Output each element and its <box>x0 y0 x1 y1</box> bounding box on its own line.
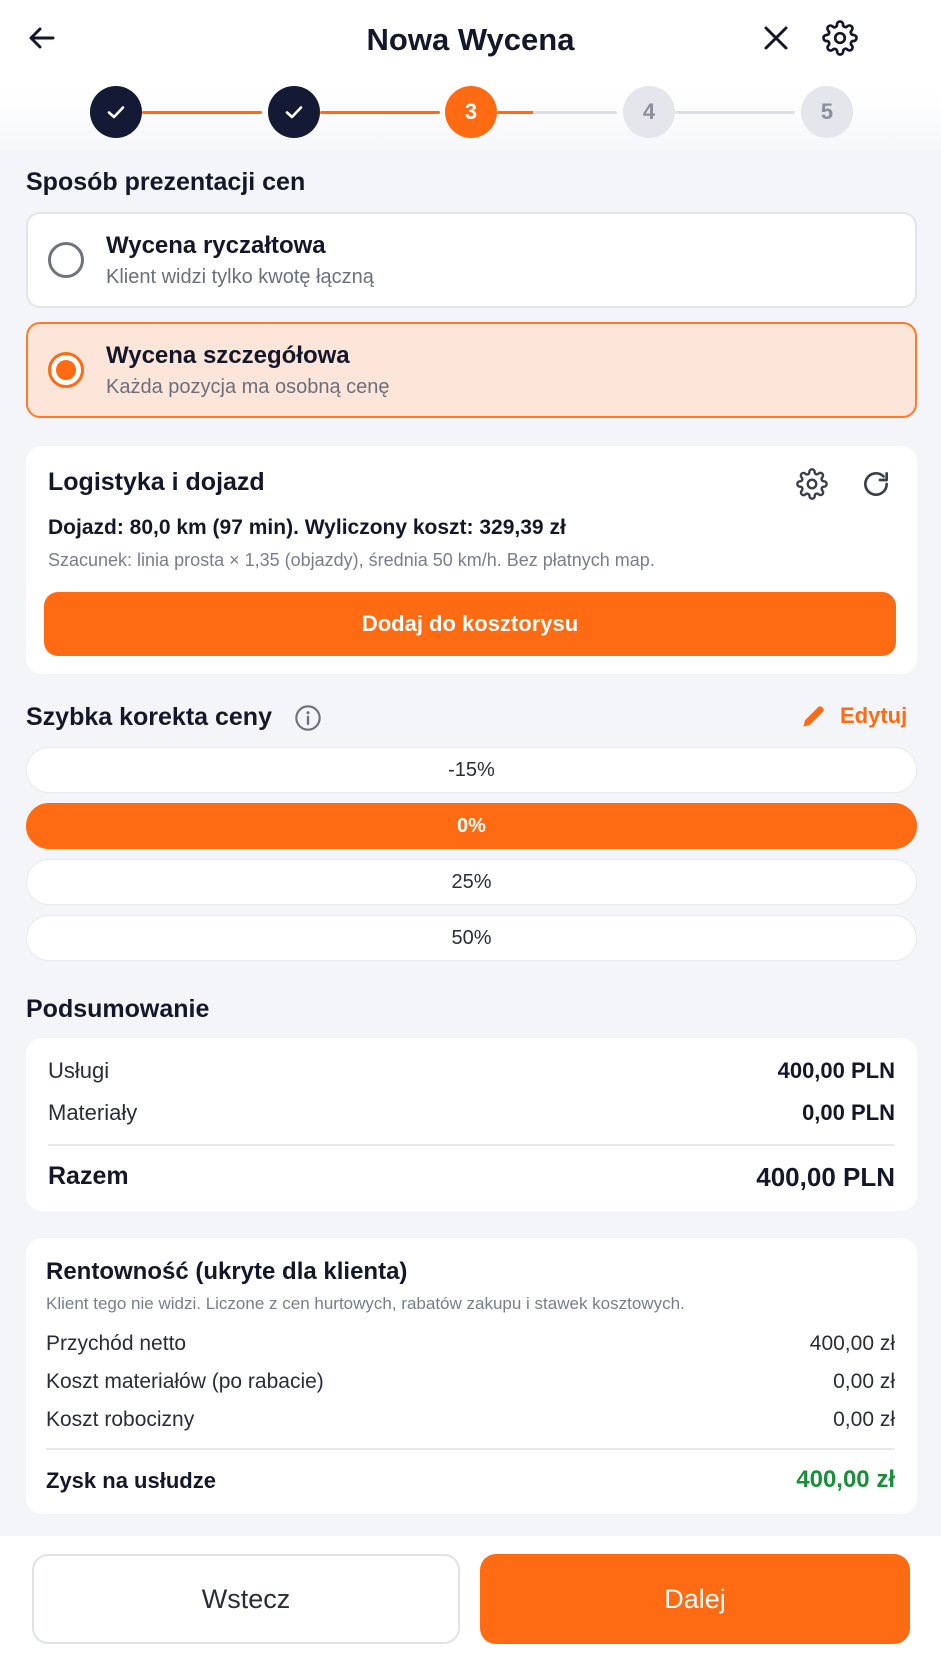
radio-detailed[interactable] <box>48 352 84 388</box>
next-step-button[interactable]: Dalej <box>480 1554 910 1644</box>
logistics-summary: Dojazd: 80,0 km (97 min). Wyliczony kosz… <box>48 516 566 539</box>
option-subtitle: Każda pozycja ma osobną cenę <box>106 376 390 398</box>
services-value: 400,00 PLN <box>777 1058 895 1083</box>
option-subtitle: Klient widzi tylko kwotę łączną <box>106 266 374 288</box>
close-icon <box>764 26 788 50</box>
close-button[interactable] <box>752 14 800 62</box>
correction-option[interactable]: 50% <box>26 915 917 961</box>
profit-label: Zysk na usłudze <box>46 1468 216 1493</box>
logistics-settings-button[interactable] <box>788 460 836 508</box>
materials-label: Materiały <box>48 1100 138 1125</box>
pencil-icon <box>803 706 824 727</box>
materials-value: 0,00 PLN <box>802 1100 895 1125</box>
correction-option[interactable]: 0% <box>26 803 917 849</box>
step-connector <box>675 111 795 114</box>
logistics-card: Logistyka i dojazd Dojazd: 80,0 km (97 m… <box>26 446 917 674</box>
profitability-title: Rentowność (ukryte dla klienta) <box>46 1258 408 1285</box>
correction-section-title: Szybka korekta ceny <box>26 703 272 731</box>
total-label: Razem <box>48 1162 129 1190</box>
summary-divider <box>48 1144 895 1146</box>
info-icon[interactable] <box>294 704 322 732</box>
step-connector <box>142 111 262 114</box>
app-header: Nowa Wycena 3 4 5 <box>0 0 941 150</box>
total-value: 400,00 PLN <box>756 1162 895 1192</box>
settings-button[interactable] <box>816 14 864 62</box>
services-label: Usługi <box>48 1058 110 1083</box>
option-lump-sum[interactable]: Wycena ryczałtowa Klient widzi tylko kwo… <box>26 212 917 308</box>
footer-bar: Wstecz Dalej <box>0 1536 941 1672</box>
material-cost-label: Koszt materiałów (po rabacie) <box>46 1370 324 1393</box>
logistics-title: Logistyka i dojazd <box>48 468 265 496</box>
gear-icon <box>822 20 858 56</box>
option-detailed[interactable]: Wycena szczegółowa Każda pozycja ma osob… <box>26 322 917 418</box>
correction-option[interactable]: 25% <box>26 859 917 905</box>
radio-lump-sum[interactable] <box>48 242 84 278</box>
profitability-card: Rentowność (ukryte dla klienta) Klient t… <box>26 1238 917 1514</box>
summary-card: Usługi 400,00 PLN Materiały 0,00 PLN Raz… <box>26 1038 917 1211</box>
check-icon <box>107 106 125 119</box>
step-connector <box>320 111 440 114</box>
profitability-note: Klient tego nie widzi. Liczone z cen hur… <box>46 1294 685 1313</box>
summary-section-title: Podsumowanie <box>26 995 210 1023</box>
gear-icon <box>796 468 828 500</box>
logistics-note: Szacunek: linia prosta × 1,35 (objazdy),… <box>48 550 655 570</box>
edit-correction-button[interactable]: Edytuj <box>800 702 907 730</box>
option-title: Wycena szczegółowa <box>106 342 350 369</box>
step-5[interactable]: 5 <box>801 86 853 138</box>
refresh-icon <box>864 472 888 496</box>
profit-value: 400,00 zł <box>796 1466 895 1493</box>
step-1[interactable] <box>90 86 142 138</box>
add-to-estimate-button[interactable]: Dodaj do kosztorysu <box>44 592 896 656</box>
labor-cost-label: Koszt robocizny <box>46 1408 195 1431</box>
step-2[interactable] <box>268 86 320 138</box>
revenue-label: Przychód netto <box>46 1332 187 1355</box>
profit-divider <box>46 1448 895 1450</box>
option-title: Wycena ryczałtowa <box>106 232 326 259</box>
check-icon <box>285 106 303 119</box>
step-4[interactable]: 4 <box>623 86 675 138</box>
edit-label: Edytuj <box>840 703 908 728</box>
revenue-value: 400,00 zł <box>809 1332 895 1355</box>
step-connector <box>497 111 617 114</box>
pricing-section-title: Sposób prezentacji cen <box>26 168 306 196</box>
correction-option[interactable]: -15% <box>26 747 917 793</box>
logistics-refresh-button[interactable] <box>852 460 900 508</box>
material-cost-value: 0,00 zł <box>833 1370 895 1393</box>
step-3[interactable]: 3 <box>445 86 497 138</box>
labor-cost-value: 0,00 zł <box>833 1408 895 1431</box>
back-step-button[interactable]: Wstecz <box>32 1554 460 1644</box>
progress-stepper: 3 4 5 <box>0 86 941 138</box>
